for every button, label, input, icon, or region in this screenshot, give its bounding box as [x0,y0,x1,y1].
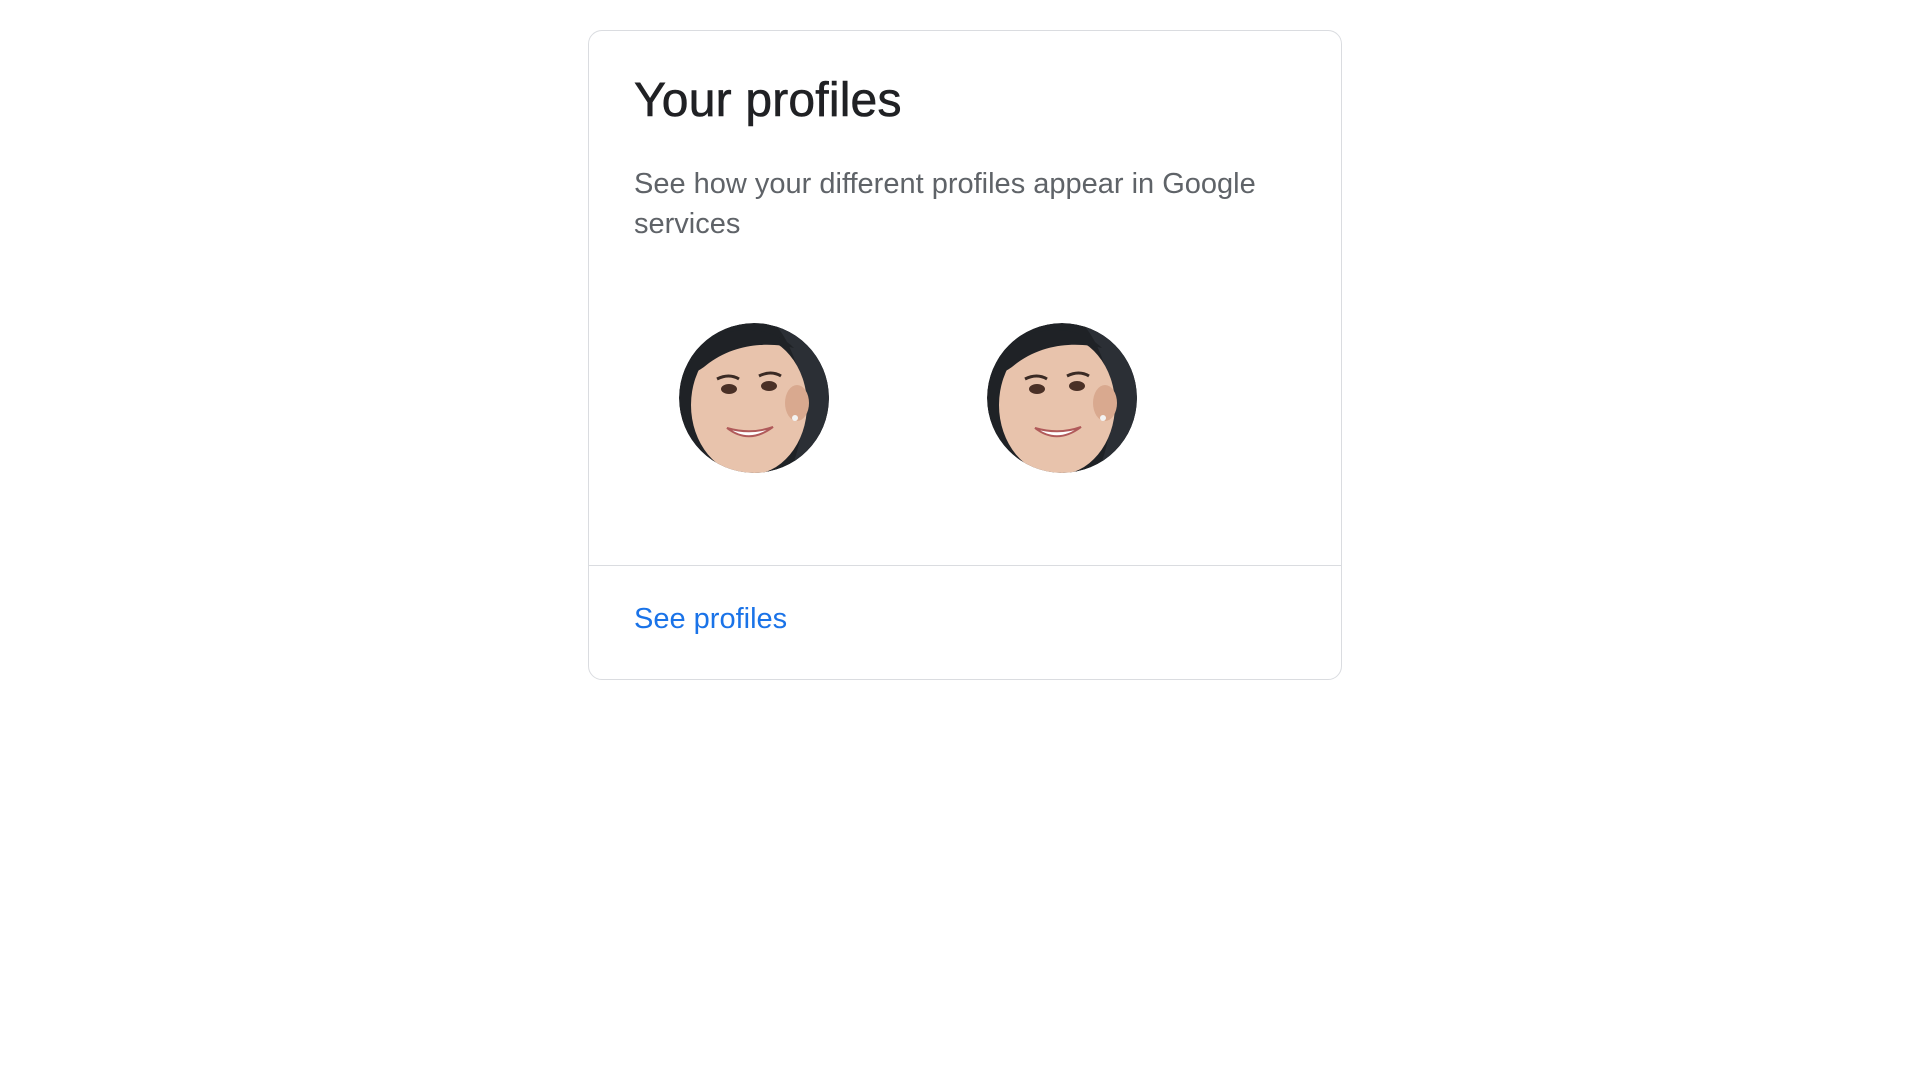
profiles-card: Your profiles See how your different pro… [588,30,1342,680]
profile-avatar-1 [679,323,829,473]
profile-avatar-2 [987,323,1137,473]
card-title: Your profiles [634,74,902,128]
see-profiles-link[interactable]: See profiles [634,603,787,636]
profiles-card-body: Your profiles See how your different pro… [589,31,1341,565]
profile-avatars [679,323,1137,473]
card-subtitle: See how your different profiles appear i… [634,168,1256,240]
card-divider [589,565,1341,566]
